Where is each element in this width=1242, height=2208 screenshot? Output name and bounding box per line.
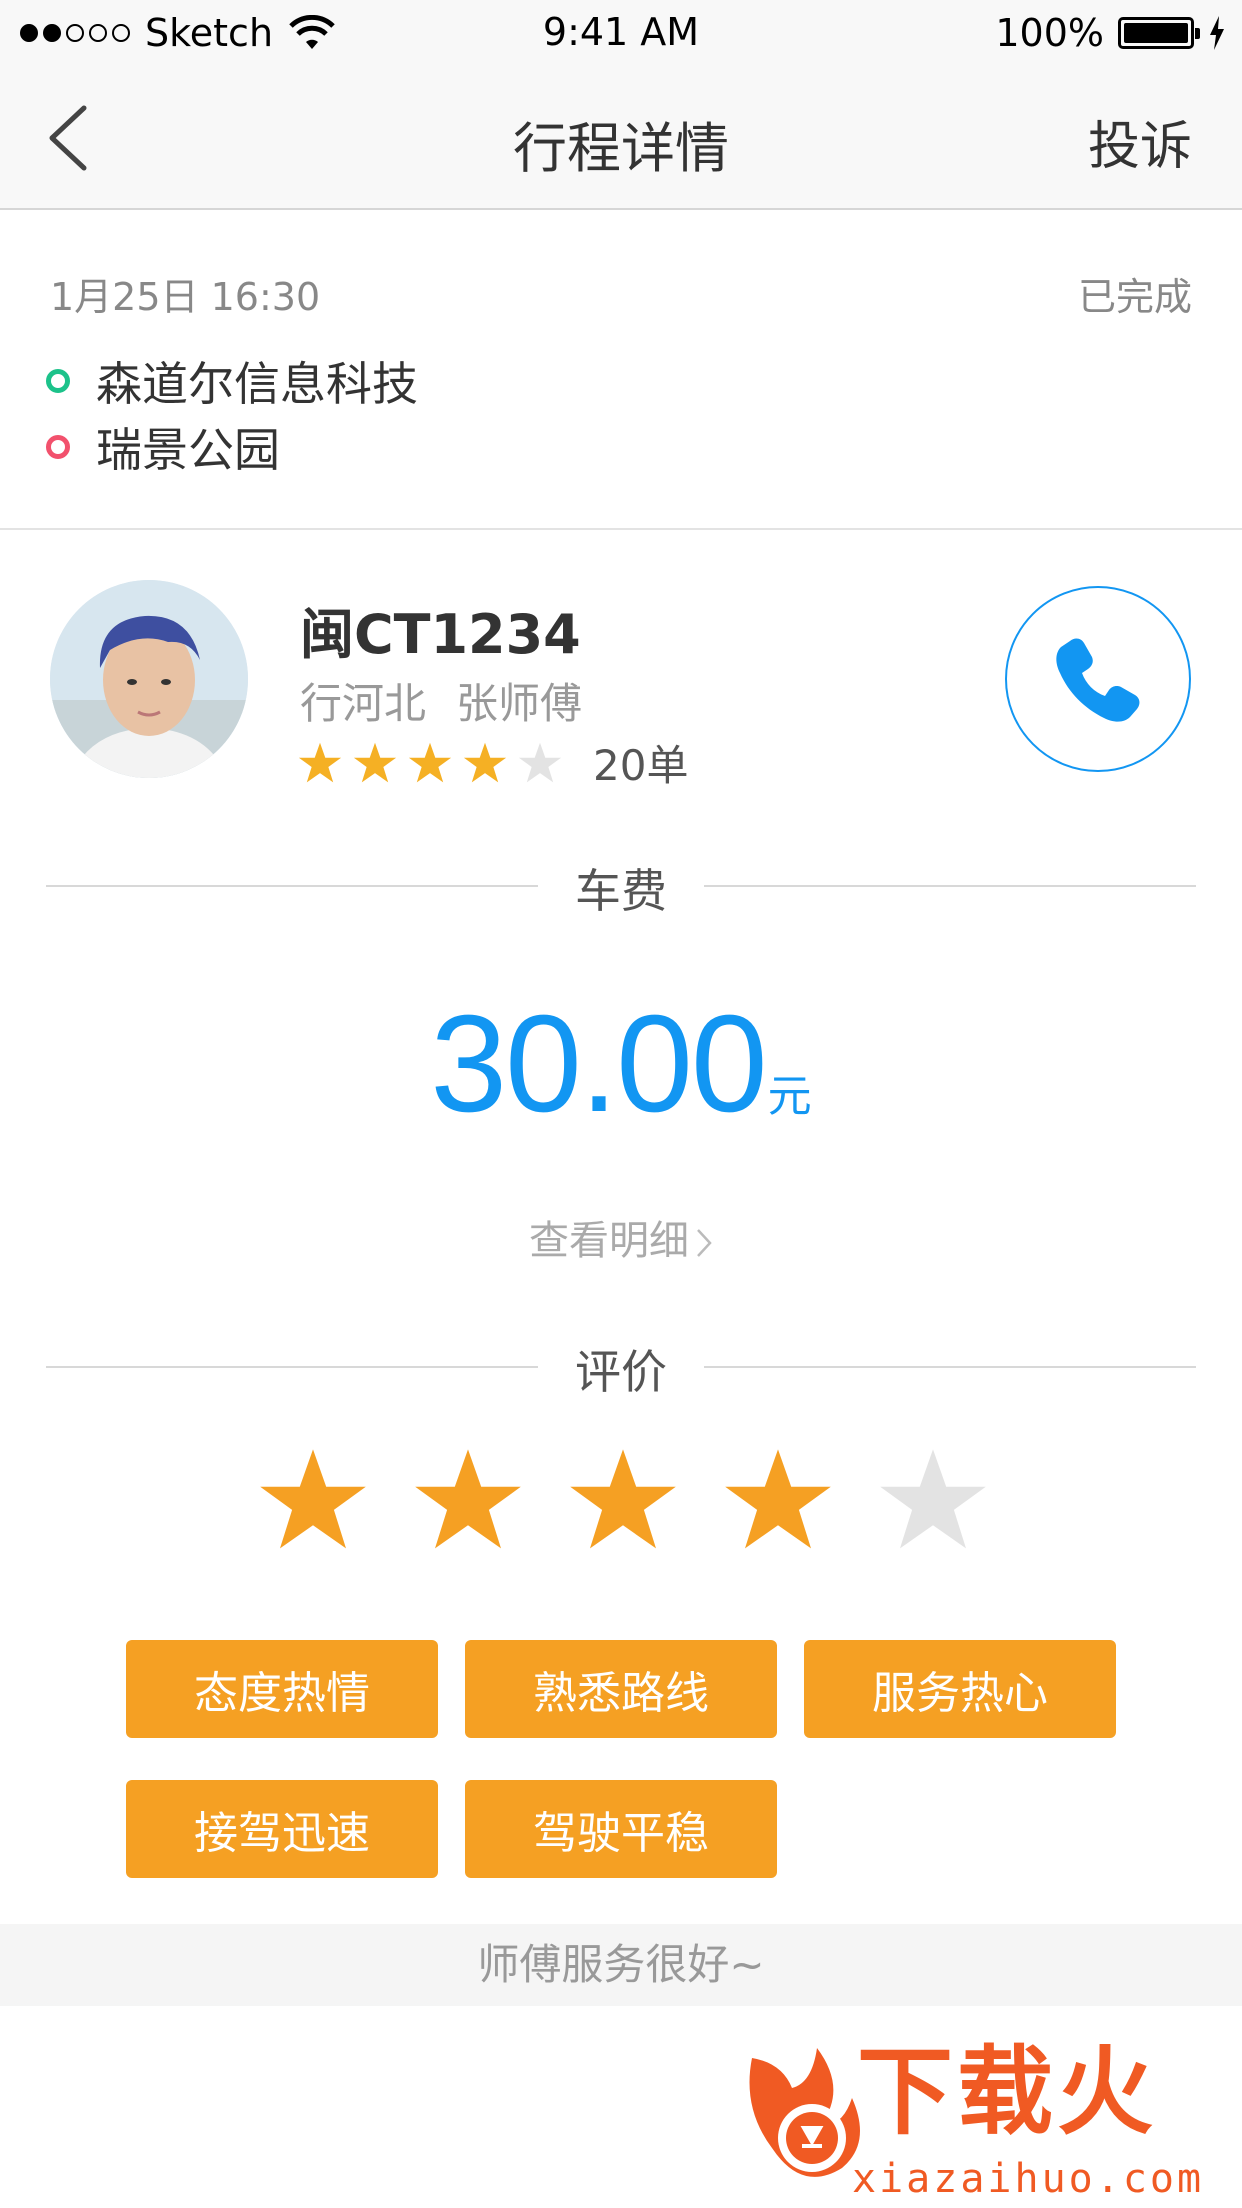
review-star-filled-icon[interactable]	[258, 1445, 368, 1555]
phone-icon	[1056, 638, 1140, 722]
driver-info: 行河北 张师傅	[300, 670, 582, 731]
fare-unit: 元	[767, 1071, 812, 1122]
call-driver-button[interactable]	[1005, 586, 1191, 772]
review-divider: 评价	[46, 1336, 1196, 1399]
order-count: 20单	[593, 741, 689, 790]
fare-detail-link[interactable]: 查看明细	[0, 1208, 1242, 1266]
review-star-filled-icon[interactable]	[723, 1445, 833, 1555]
fare-detail-label: 查看明细	[529, 1218, 689, 1264]
review-stars	[258, 1445, 1033, 1555]
fare-amount: 30.00元	[0, 985, 1242, 1144]
trip-status: 已完成	[1077, 275, 1192, 319]
driver-avatar	[50, 580, 248, 778]
start-location: 森道尔信息科技	[96, 357, 418, 411]
end-location: 瑞景公园	[96, 423, 280, 477]
review-star-empty-icon[interactable]	[878, 1445, 988, 1555]
star-filled-icon	[353, 742, 397, 782]
star-filled-icon	[298, 742, 342, 782]
review-star-filled-icon[interactable]	[413, 1445, 523, 1555]
start-marker-icon	[46, 369, 70, 393]
fare-section-label: 车费	[575, 864, 667, 918]
driver-name: 张师傅	[456, 679, 583, 728]
trip-end: 瑞景公园	[46, 414, 280, 480]
watermark-brand: 下载火	[857, 2036, 1157, 2148]
watermark-logo: 下载火 xiazaihuo.com	[722, 2008, 1242, 2208]
nav-bar: 行程详情 投诉	[0, 66, 1242, 210]
page-title: 行程详情	[513, 117, 729, 180]
driver-company: 行河北	[300, 679, 427, 728]
complaint-button[interactable]: 投诉	[1088, 104, 1192, 179]
review-tag[interactable]: 驾驶平稳	[465, 1780, 777, 1878]
battery-icon	[1118, 17, 1200, 49]
review-comment: 师傅服务很好~	[0, 1924, 1242, 2006]
license-plate: 闽CT1234	[300, 603, 581, 666]
driver-rating: 20单	[298, 732, 688, 793]
review-tag[interactable]: 态度热情	[126, 1640, 438, 1738]
battery-status: 100%	[995, 10, 1226, 56]
star-filled-icon	[463, 742, 507, 782]
watermark-url: xiazaihuo.com	[852, 2156, 1205, 2202]
trip-info: 1月25日 16:30 已完成 森道尔信息科技 瑞景公园	[0, 210, 1242, 530]
review-star-filled-icon[interactable]	[568, 1445, 678, 1555]
charging-icon	[1210, 16, 1224, 50]
trip-start: 森道尔信息科技	[46, 348, 418, 414]
end-marker-icon	[46, 435, 70, 459]
review-tag[interactable]: 熟悉路线	[465, 1640, 777, 1738]
battery-percent: 100%	[995, 11, 1104, 55]
review-section-label: 评价	[575, 1345, 667, 1399]
star-filled-icon	[408, 742, 452, 782]
fare-value: 30.00	[430, 987, 767, 1141]
chevron-right-icon	[697, 1229, 712, 1257]
flame-logo-icon	[749, 2048, 860, 2177]
fare-divider: 车费	[46, 855, 1196, 918]
star-empty-icon	[518, 742, 562, 782]
review-tag[interactable]: 服务热心	[804, 1640, 1116, 1738]
trip-datetime: 1月25日 16:30	[50, 275, 321, 319]
status-bar: Sketch 9:41 AM 100%	[0, 0, 1242, 66]
review-tag[interactable]: 接驾迅速	[126, 1780, 438, 1878]
